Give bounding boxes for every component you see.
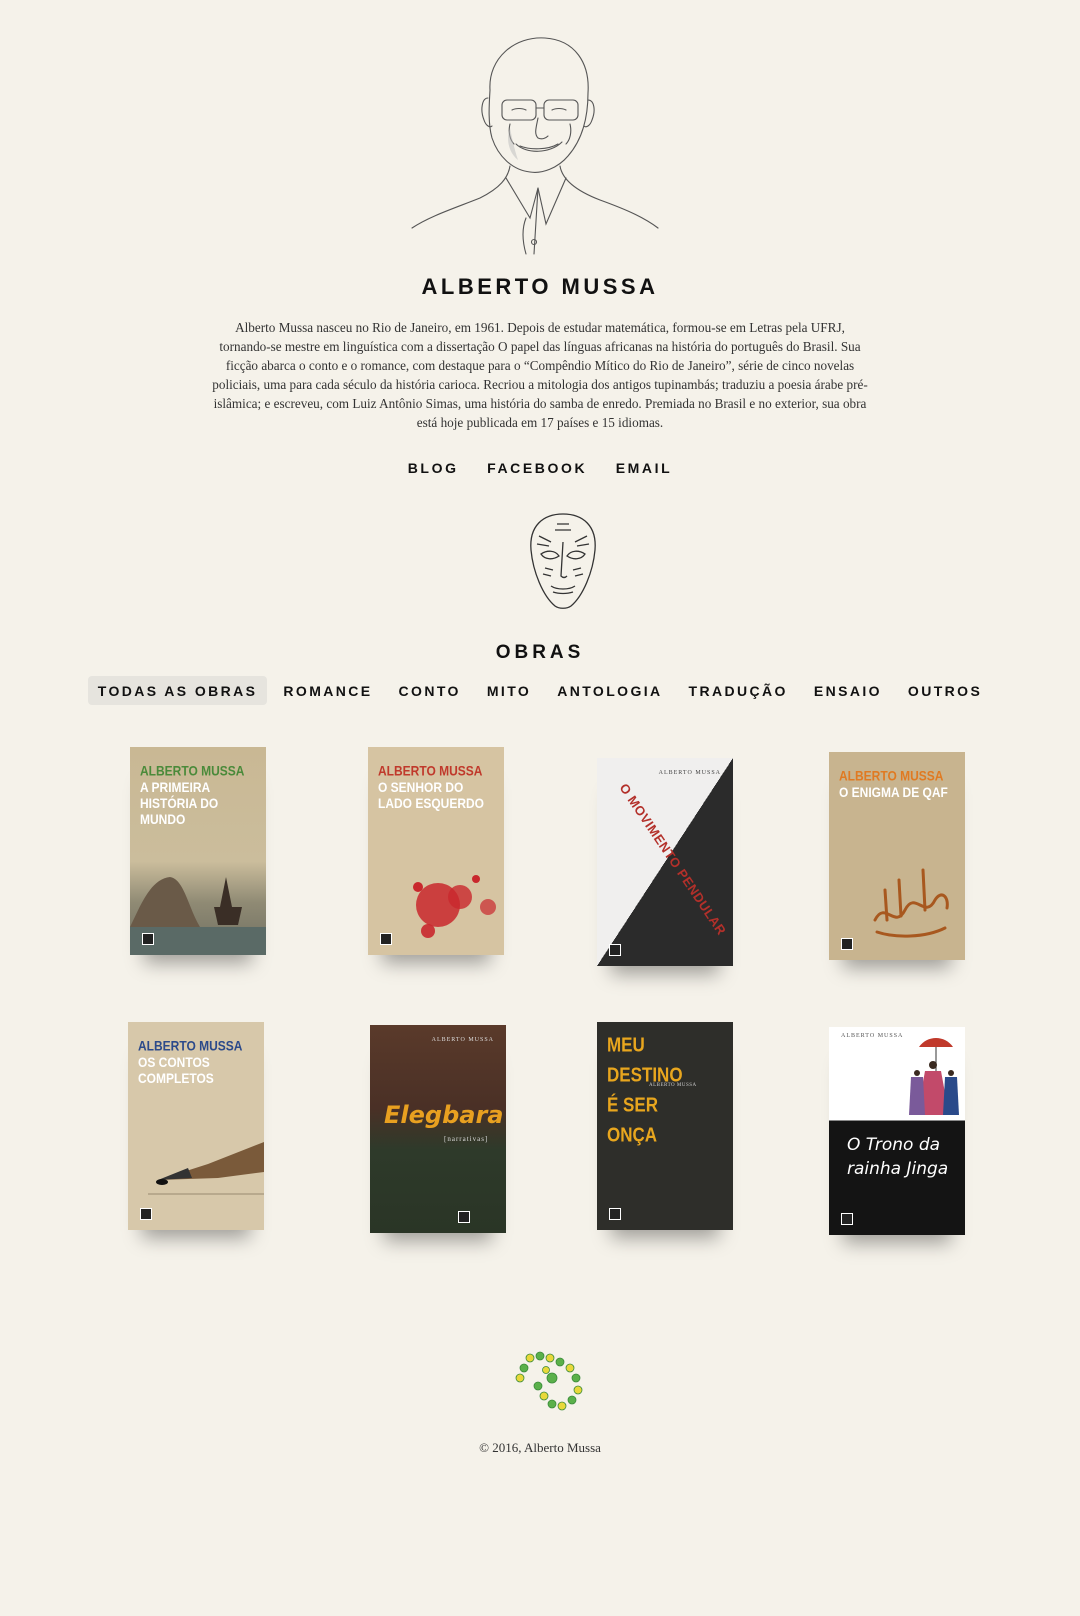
author-bio: Alberto Mussa nasceu no Rio de Janeiro, …	[212, 320, 868, 430]
email-link[interactable]: EMAIL	[616, 460, 673, 476]
book-cover-o-trono-da-rainha-jinga[interactable]: ALBERTO MUSSA O Trono da rainha Jinga	[829, 1027, 965, 1235]
filter-antologia[interactable]: ANTOLOGIA	[547, 676, 672, 705]
book-cover-os-contos-completos[interactable]: ALBERTO MUSSA OS CONTOS COMPLETOS	[128, 1022, 264, 1230]
book-cover-author: ALBERTO MUSSA	[431, 1037, 494, 1043]
book-cover-a-primeira-historia-do-mundo[interactable]: ALBERTO MUSSA A PRIMEIRA HISTÓRIA DO MUN…	[130, 747, 266, 955]
copyright-text: © 2016, Alberto Mussa	[479, 1440, 601, 1455]
arabic-calligraphy-illustration	[873, 868, 949, 938]
book-cover-author: ALBERTO MUSSA	[841, 1033, 904, 1039]
book-cover-title: MEU DESTINO É SER ONÇA	[607, 1033, 683, 1147]
queen-figures-illustration	[909, 1038, 959, 1115]
blog-link[interactable]: BLOG	[408, 460, 459, 476]
facebook-link[interactable]: FACEBOOK	[487, 460, 587, 476]
mask-illustration	[530, 513, 596, 609]
book-cover-author: ALBERTO MUSSA	[839, 768, 944, 785]
filter-romance[interactable]: ROMANCE	[273, 676, 382, 705]
filter-traducao[interactable]: TRADUÇÃO	[679, 676, 798, 705]
book-cover-title: O MOVIMENTO PENDULAR	[616, 780, 730, 938]
book-cover-o-movimento-pendular[interactable]: ALBERTO MUSSA O MOVIMENTO PENDULAR	[597, 758, 733, 966]
book-cover-subtitle: [narrativas]	[444, 1135, 489, 1143]
publisher-logo	[609, 944, 621, 956]
publisher-logo	[841, 1213, 853, 1225]
book-cover-author: ALBERTO MUSSA	[649, 1083, 697, 1088]
book-cover-title: OS CONTOS COMPLETOS	[138, 1054, 214, 1087]
filter-conto[interactable]: CONTO	[389, 676, 471, 705]
beads-necklace-logo	[515, 1351, 583, 1411]
publisher-logo	[140, 1208, 152, 1220]
book-cover-author: ALBERTO MUSSA	[378, 763, 483, 780]
book-cover-title: Elegbara	[384, 1101, 504, 1129]
book-cover-o-senhor-do-lado-esquerdo[interactable]: ALBERTO MUSSA O SENHOR DO LADO ESQUERDO	[368, 747, 504, 955]
book-cover-title: O ENIGMA DE QAF	[839, 784, 948, 801]
book-cover-title: O SENHOR DO LADO ESQUERDO	[378, 779, 485, 812]
book-cover-title: O Trono da rainha Jinga	[847, 1135, 949, 1179]
publisher-logo	[458, 1211, 470, 1223]
publisher-logo	[142, 933, 154, 945]
book-cover-title: A PRIMEIRA HISTÓRIA DO MUNDO	[140, 779, 219, 828]
works-filter-bar: TODAS AS OBRAS ROMANCE CONTO MITO ANTOLO…	[0, 676, 1080, 705]
social-links: BLOG FACEBOOK EMAIL	[0, 460, 1080, 476]
author-name: ALBERTO MUSSA	[421, 274, 659, 299]
publisher-logo	[380, 933, 392, 945]
works-title: OBRAS	[495, 642, 585, 663]
publisher-logo	[609, 1208, 621, 1220]
pen-nib-illustration	[148, 1142, 264, 1195]
filter-todas-as-obras[interactable]: TODAS AS OBRAS	[87, 676, 268, 705]
book-cover-author: ALBERTO MUSSA	[138, 1038, 243, 1055]
book-cover-author: ALBERTO MUSSA	[140, 763, 245, 780]
book-cover-meu-destino-e-ser-onca[interactable]: MEU DESTINO É SER ONÇA ALBERTO MUSSA	[597, 1022, 733, 1230]
filter-ensaio[interactable]: ENSAIO	[804, 676, 892, 705]
book-cover-elegbara[interactable]: ALBERTO MUSSA Elegbara [narrativas]	[370, 1025, 506, 1233]
book-cover-author: ALBERTO MUSSA	[658, 770, 721, 776]
filter-outros[interactable]: OUTROS	[898, 676, 992, 705]
filter-mito[interactable]: MITO	[477, 676, 541, 705]
publisher-logo	[841, 938, 853, 950]
author-portrait-illustration	[411, 37, 659, 255]
blood-splatter-illustration	[413, 875, 496, 938]
book-cover-o-enigma-de-qaf[interactable]: ALBERTO MUSSA O ENIGMA DE QAF	[829, 752, 965, 960]
